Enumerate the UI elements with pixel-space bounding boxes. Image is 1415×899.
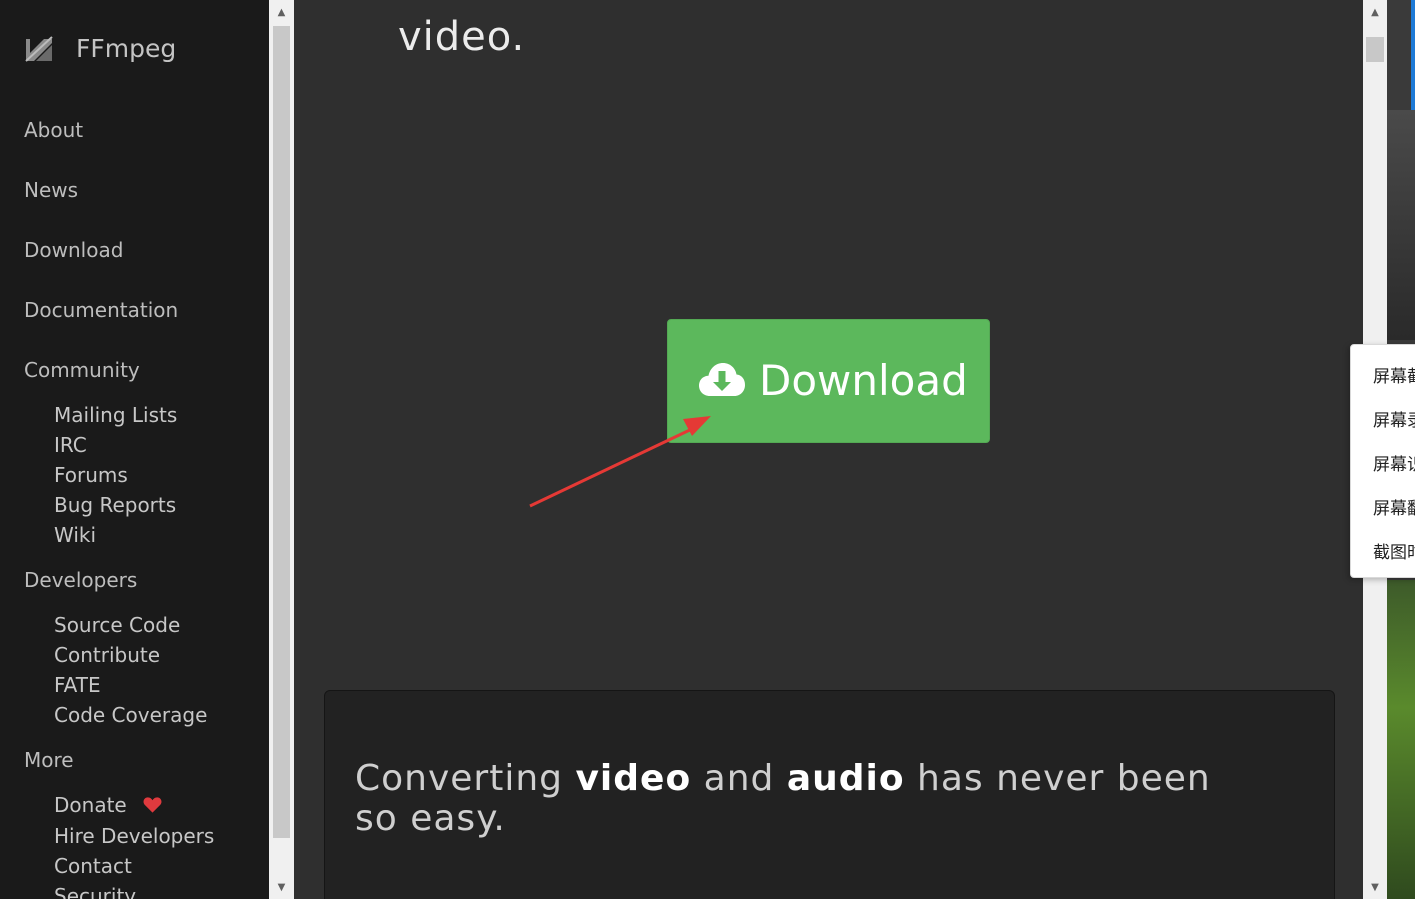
nav-download[interactable]: Download (24, 238, 123, 262)
panel-text-bold-video: video (575, 758, 692, 799)
menu-item-4[interactable]: 屏幕翻 (1373, 494, 1415, 519)
main-content: video. Download Converting video and aud… (294, 0, 1363, 899)
background-accent (1411, 0, 1415, 115)
nav-fate[interactable]: FATE (54, 673, 101, 697)
cloud-download-icon (699, 363, 745, 396)
context-menu: 屏幕截 屏幕录 屏幕识 屏幕翻 截图时 (1350, 344, 1415, 578)
nav-bug-reports[interactable]: Bug Reports (54, 493, 176, 517)
sidebar-scroll-thumb[interactable] (273, 26, 290, 838)
nav-wiki[interactable]: Wiki (54, 523, 96, 547)
sidebar-scrollbar[interactable]: ▲ ▼ (269, 0, 294, 899)
brand-logo[interactable]: FFmpeg (24, 34, 176, 63)
nav-contact[interactable]: Contact (54, 854, 132, 878)
hero-text: video. (398, 14, 526, 60)
heart-icon (143, 797, 162, 813)
download-button[interactable]: Download (667, 319, 990, 443)
nav-mailing-lists[interactable]: Mailing Lists (54, 403, 177, 427)
menu-item-5[interactable]: 截图时 (1373, 538, 1415, 563)
nav-more[interactable]: More (24, 748, 74, 772)
brand-name: FFmpeg (76, 34, 177, 63)
panel-text-segment: Converting (355, 758, 576, 799)
nav-donate[interactable]: Donate (54, 793, 127, 817)
panel-headline: Converting video and audio has never bee… (355, 759, 1255, 839)
nav-contribute[interactable]: Contribute (54, 643, 160, 667)
nav-documentation[interactable]: Documentation (24, 298, 178, 322)
nav-irc[interactable]: IRC (54, 433, 87, 457)
menu-item-2[interactable]: 屏幕录 (1373, 406, 1415, 431)
feature-panel: Converting video and audio has never bee… (324, 690, 1335, 899)
background-image-green (1387, 580, 1415, 899)
scroll-down-icon[interactable]: ▼ (269, 875, 294, 899)
nav-news[interactable]: News (24, 178, 78, 202)
nav-about[interactable]: About (24, 118, 83, 142)
download-button-label: Download (759, 356, 968, 405)
scroll-down-icon[interactable]: ▼ (1363, 875, 1387, 899)
nav-source-code[interactable]: Source Code (54, 613, 180, 637)
scroll-up-icon[interactable]: ▲ (1363, 0, 1387, 24)
ffmpeg-logo-icon (24, 34, 54, 63)
menu-item-1[interactable]: 屏幕截 (1373, 362, 1415, 387)
nav-community[interactable]: Community (24, 358, 140, 382)
panel-text-segment: and (691, 758, 787, 799)
nav-forums[interactable]: Forums (54, 463, 128, 487)
main-scroll-thumb[interactable] (1366, 37, 1384, 62)
nav-developers[interactable]: Developers (24, 568, 137, 592)
nav-hire-developers[interactable]: Hire Developers (54, 824, 214, 848)
panel-text-bold-audio: audio (786, 758, 905, 799)
menu-item-3[interactable]: 屏幕识 (1373, 450, 1415, 475)
nav-code-coverage[interactable]: Code Coverage (54, 703, 207, 727)
background-image-dark (1387, 110, 1415, 340)
scroll-up-icon[interactable]: ▲ (269, 0, 294, 24)
sidebar: FFmpeg About News Download Documentation… (0, 0, 269, 899)
nav-security[interactable]: Security (54, 884, 136, 899)
